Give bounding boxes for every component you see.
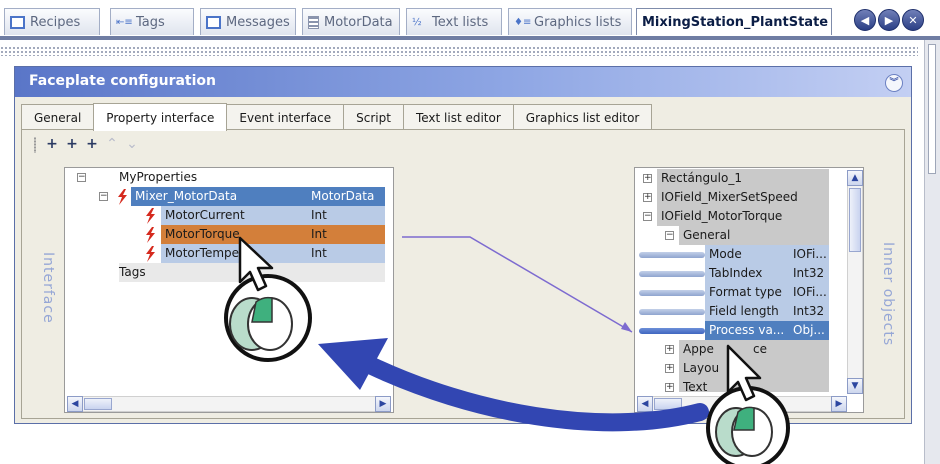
tab-property-interface[interactable]: Property interface bbox=[93, 103, 228, 131]
drag-annotation-overlay bbox=[224, 236, 790, 464]
drag-arrow bbox=[363, 357, 709, 432]
mouse-cursor-right bbox=[706, 344, 790, 464]
connector-arrowhead bbox=[621, 322, 632, 332]
connector-line bbox=[402, 236, 633, 333]
mouse-cursor-left bbox=[224, 236, 312, 362]
